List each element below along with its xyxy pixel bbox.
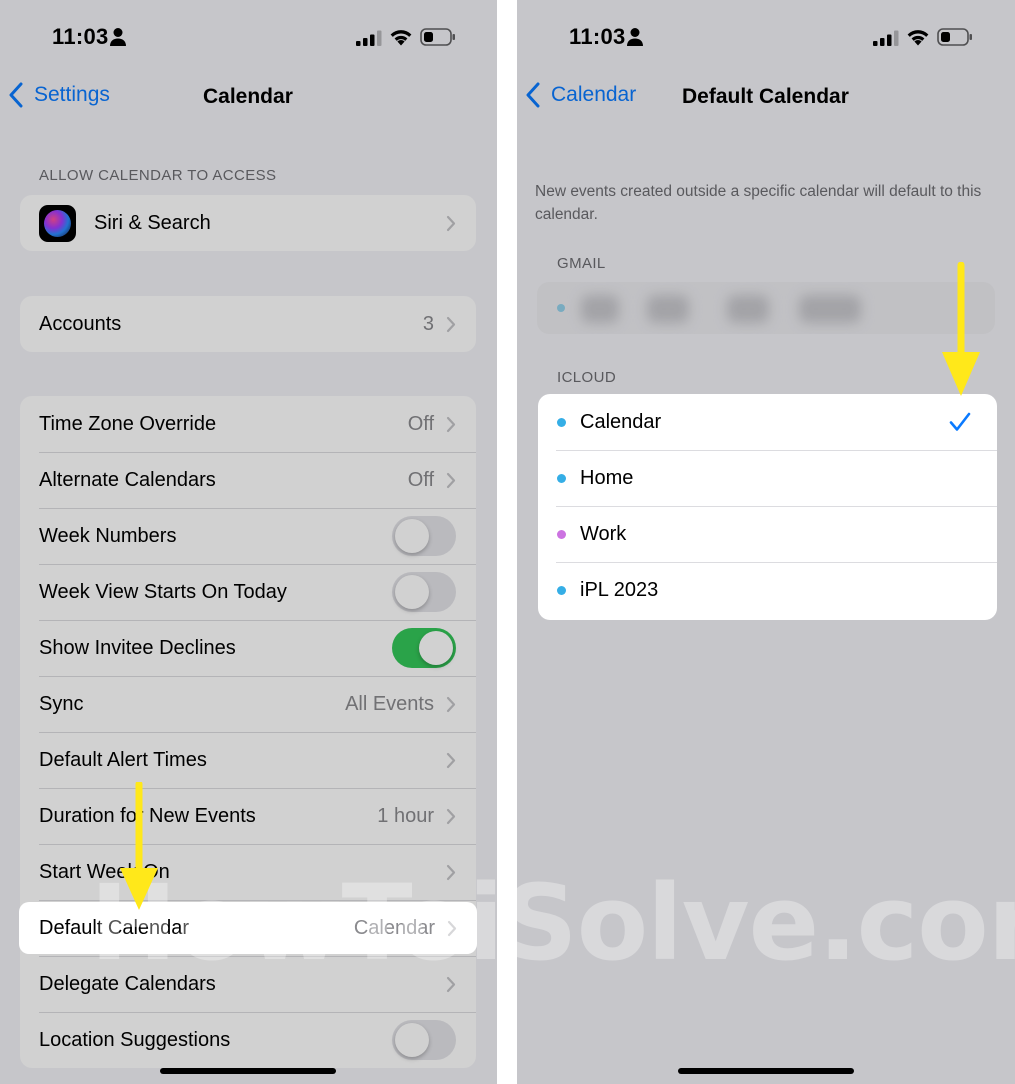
navigation-bar: Settings Calendar [0,78,497,118]
yellow-arrow-icon [942,262,980,396]
wifi-icon [390,30,412,46]
description-text: New events created outside a specific ca… [535,183,982,223]
calendar-color-dot [557,585,566,595]
location-suggestions-row: Location Suggestions [20,1012,476,1068]
row-label: Week Numbers [39,524,177,547]
status-bar: 11:03 [0,22,497,52]
chevron-right-icon [446,808,456,824]
row-label: Default Alert Times [39,748,207,771]
chevron-right-icon [446,316,456,332]
week-numbers-toggle[interactable] [392,516,456,556]
week-view-starts-today-row: Week View Starts On Today [20,564,476,620]
icloud-calendars-list: Calendar Home Work iPL 2023 [538,394,997,620]
status-time: 11:03 [52,24,109,49]
row-value: Off [407,468,434,491]
gmail-calendars-blurred [537,282,995,334]
chevron-left-icon [9,82,23,108]
page-title: Default Calendar [682,85,849,108]
row-label: Sync [39,692,84,715]
row-label: Time Zone Override [39,412,217,435]
location-suggestions-toggle[interactable] [392,1020,456,1060]
siri-search-row[interactable]: Siri & Search [20,195,476,251]
chevron-right-icon [446,696,456,712]
wifi-icon [907,30,929,46]
row-label: Alternate Calendars [39,468,216,491]
row-value: Off [407,412,434,435]
row-value: All Events [345,692,434,715]
time-zone-override-row[interactable]: Time Zone Override Off [20,396,476,452]
sync-row[interactable]: Sync All Events [20,676,476,732]
calendar-color-dot [557,417,566,427]
status-bar: 11:03 [517,22,1015,52]
accounts-group: Accounts 3 [20,296,476,352]
alternate-calendars-row[interactable]: Alternate Calendars Off [20,452,476,508]
watermark-text: HowToiSolve.com [90,862,1015,984]
chevron-left-icon [526,82,540,108]
back-label: Settings [34,83,110,106]
siri-icon [39,204,76,242]
back-button[interactable]: Calendar [525,82,636,108]
checkmark-icon [949,412,971,431]
calendar-label: Home [580,466,634,489]
cellular-signal-icon [356,30,382,46]
navigation-bar: Calendar Default Calendar [517,78,1015,118]
section-header-allow-access: ALLOW CALENDAR TO ACCESS [39,167,277,184]
calendar-option-ipl-2023[interactable]: iPL 2023 [538,562,997,618]
page-title: Calendar [203,85,293,108]
row-label: Week View Starts On Today [39,580,287,603]
row-label: Duration for New Events [39,804,256,827]
home-indicator[interactable] [160,1068,336,1074]
calendar-option-calendar[interactable]: Calendar [538,394,997,450]
chevron-right-icon [446,472,456,488]
show-invitee-declines-toggle[interactable] [392,628,456,668]
row-label: Siri & Search [94,211,211,234]
section-header-gmail: GMAIL [557,255,606,272]
row-label: Location Suggestions [39,1028,231,1051]
person-icon [110,28,126,46]
show-invitee-declines-row: Show Invitee Declines [20,620,476,676]
calendar-label: iPL 2023 [580,578,659,601]
person-icon [627,28,643,46]
duration-new-events-row[interactable]: Duration for New Events 1 hour [20,788,476,844]
cellular-signal-icon [873,30,899,46]
allow-access-group: Siri & Search [20,195,476,251]
section-header-icloud: ICLOUD [557,369,617,386]
yellow-arrow-icon [120,782,158,910]
row-label: Accounts [39,312,122,335]
chevron-right-icon [446,215,456,231]
accounts-row[interactable]: Accounts 3 [20,296,476,352]
calendar-option-home[interactable]: Home [538,450,997,506]
week-numbers-row: Week Numbers [20,508,476,564]
back-button[interactable]: Settings [8,82,110,108]
calendar-option-work[interactable]: Work [538,506,997,562]
row-label: Show Invitee Declines [39,636,236,659]
calendar-label: Work [580,522,627,545]
calendar-label: Calendar [580,410,662,433]
default-alert-times-row[interactable]: Default Alert Times [20,732,476,788]
chevron-right-icon [446,416,456,432]
status-time: 11:03 [569,24,626,49]
battery-icon [937,28,972,46]
accounts-count: 3 [422,312,434,335]
back-label: Calendar [551,83,637,106]
row-value: 1 hour [377,804,434,827]
calendar-color-dot [557,473,566,483]
battery-icon [420,28,455,46]
week-view-starts-today-toggle[interactable] [392,572,456,612]
calendar-color-dot [557,529,566,539]
home-indicator[interactable] [678,1068,854,1074]
chevron-right-icon [446,752,456,768]
